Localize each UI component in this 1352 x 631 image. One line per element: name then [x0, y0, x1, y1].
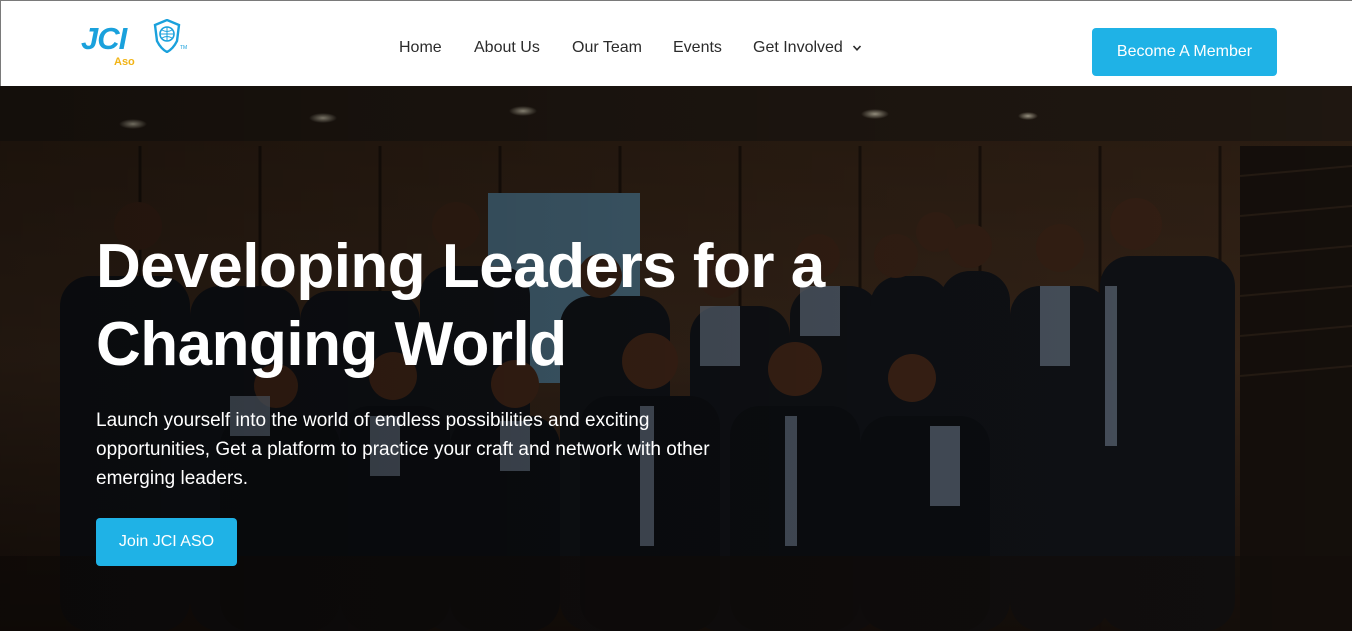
nav-our-team[interactable]: Our Team: [572, 39, 642, 57]
chevron-down-icon[interactable]: [852, 43, 862, 53]
nav-home[interactable]: Home: [399, 39, 442, 57]
become-member-button[interactable]: Become A Member: [1092, 28, 1277, 76]
hero-subtitle: Launch yourself into the world of endles…: [96, 410, 710, 489]
hero-title: Developing Leaders for a Changing World: [96, 232, 825, 379]
nav-events[interactable]: Events: [673, 39, 722, 57]
nav-about-us[interactable]: About Us: [474, 39, 540, 57]
site-header: JCI TM Aso Home About Us Our Team Events…: [0, 0, 1352, 86]
hero-section: Developing Leaders for a Changing World …: [0, 86, 1352, 631]
nav-get-involved[interactable]: Get Involved: [753, 39, 843, 57]
join-jci-aso-button[interactable]: Join JCI ASO: [96, 518, 237, 566]
